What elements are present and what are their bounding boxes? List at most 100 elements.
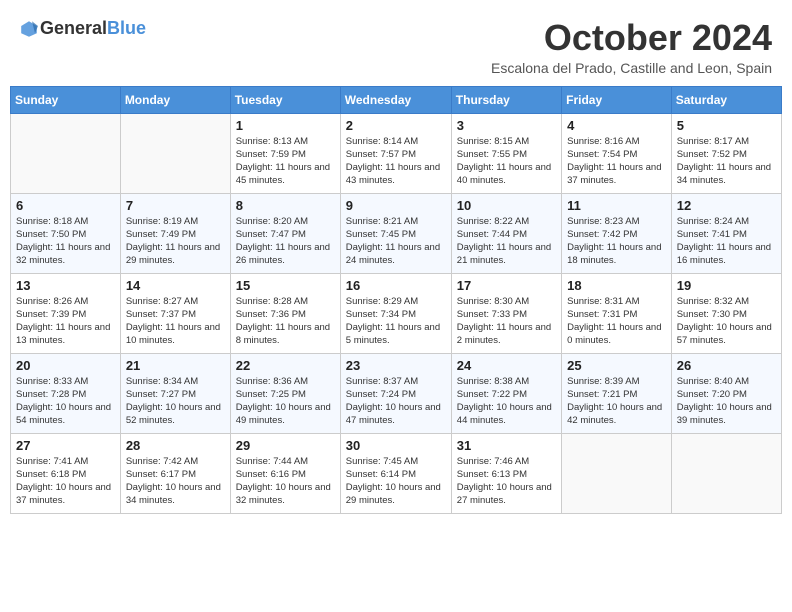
calendar-cell: 20 Sunrise: 8:33 AM Sunset: 7:28 PM Dayli… (11, 353, 121, 433)
day-number: 2 (346, 118, 446, 133)
calendar-week-row: 6 Sunrise: 8:18 AM Sunset: 7:50 PM Daylig… (11, 193, 782, 273)
day-number: 10 (457, 198, 556, 213)
day-info: Sunrise: 7:45 AM Sunset: 6:14 PM Dayligh… (346, 455, 446, 508)
calendar-cell (11, 113, 121, 193)
calendar-week-row: 1 Sunrise: 8:13 AM Sunset: 7:59 PM Daylig… (11, 113, 782, 193)
calendar-cell: 24 Sunrise: 8:38 AM Sunset: 7:22 PM Dayli… (451, 353, 561, 433)
column-header-friday: Friday (562, 86, 672, 113)
day-info: Sunrise: 8:16 AM Sunset: 7:54 PM Dayligh… (567, 135, 666, 188)
column-header-saturday: Saturday (671, 86, 781, 113)
day-number: 13 (16, 278, 115, 293)
calendar-cell: 3 Sunrise: 8:15 AM Sunset: 7:55 PM Daylig… (451, 113, 561, 193)
calendar-week-row: 27 Sunrise: 7:41 AM Sunset: 6:18 PM Dayli… (11, 433, 782, 513)
title-section: October 2024 Escalona del Prado, Castill… (491, 18, 772, 76)
day-info: Sunrise: 7:46 AM Sunset: 6:13 PM Dayligh… (457, 455, 556, 508)
day-number: 7 (126, 198, 225, 213)
day-info: Sunrise: 8:18 AM Sunset: 7:50 PM Dayligh… (16, 215, 115, 268)
calendar-cell: 30 Sunrise: 7:45 AM Sunset: 6:14 PM Dayli… (340, 433, 451, 513)
calendar-cell: 25Sunrise: 8:39 AM Sunset: 7:21 PM Dayli… (562, 353, 672, 433)
day-info: Sunrise: 8:39 AM Sunset: 7:21 PM Dayligh… (567, 375, 666, 428)
day-info: Sunrise: 8:27 AM Sunset: 7:37 PM Dayligh… (126, 295, 225, 348)
day-number: 3 (457, 118, 556, 133)
day-number: 8 (236, 198, 335, 213)
calendar-cell (120, 113, 230, 193)
day-info: Sunrise: 8:30 AM Sunset: 7:33 PM Dayligh… (457, 295, 556, 348)
logo-general-text: General (40, 18, 107, 38)
page-header: GeneralBlue October 2024 Escalona del Pr… (10, 10, 782, 80)
calendar-cell: 21 Sunrise: 8:34 AM Sunset: 7:27 PM Dayli… (120, 353, 230, 433)
day-info: Sunrise: 7:42 AM Sunset: 6:17 PM Dayligh… (126, 455, 225, 508)
day-number: 29 (236, 438, 335, 453)
day-info: Sunrise: 8:40 AM Sunset: 7:20 PM Dayligh… (677, 375, 776, 428)
column-header-sunday: Sunday (11, 86, 121, 113)
day-number: 4 (567, 118, 666, 133)
calendar-week-row: 20 Sunrise: 8:33 AM Sunset: 7:28 PM Dayli… (11, 353, 782, 433)
day-number: 21 (126, 358, 225, 373)
calendar-cell: 29Sunrise: 7:44 AM Sunset: 6:16 PM Dayli… (230, 433, 340, 513)
calendar-header-row: SundayMondayTuesdayWednesdayThursdayFrid… (11, 86, 782, 113)
calendar-cell (562, 433, 672, 513)
day-info: Sunrise: 8:34 AM Sunset: 7:27 PM Dayligh… (126, 375, 225, 428)
day-info: Sunrise: 7:41 AM Sunset: 6:18 PM Dayligh… (16, 455, 115, 508)
day-number: 11 (567, 198, 666, 213)
calendar-cell: 5 Sunrise: 8:17 AM Sunset: 7:52 PM Daylig… (671, 113, 781, 193)
day-info: Sunrise: 8:29 AM Sunset: 7:34 PM Dayligh… (346, 295, 446, 348)
calendar-cell: 17 Sunrise: 8:30 AM Sunset: 7:33 PM Dayli… (451, 273, 561, 353)
day-number: 14 (126, 278, 225, 293)
calendar-cell: 11Sunrise: 8:23 AM Sunset: 7:42 PM Dayli… (562, 193, 672, 273)
calendar-cell: 13 Sunrise: 8:26 AM Sunset: 7:39 PM Dayli… (11, 273, 121, 353)
day-info: Sunrise: 8:17 AM Sunset: 7:52 PM Dayligh… (677, 135, 776, 188)
calendar-cell: 10Sunrise: 8:22 AM Sunset: 7:44 PM Dayli… (451, 193, 561, 273)
day-number: 30 (346, 438, 446, 453)
column-header-monday: Monday (120, 86, 230, 113)
calendar-cell: 26 Sunrise: 8:40 AM Sunset: 7:20 PM Dayli… (671, 353, 781, 433)
day-number: 28 (126, 438, 225, 453)
calendar-cell: 22 Sunrise: 8:36 AM Sunset: 7:25 PM Dayli… (230, 353, 340, 433)
column-header-thursday: Thursday (451, 86, 561, 113)
day-info: Sunrise: 8:32 AM Sunset: 7:30 PM Dayligh… (677, 295, 776, 348)
calendar-cell: 27 Sunrise: 7:41 AM Sunset: 6:18 PM Dayli… (11, 433, 121, 513)
day-info: Sunrise: 8:13 AM Sunset: 7:59 PM Dayligh… (236, 135, 335, 188)
day-number: 12 (677, 198, 776, 213)
day-number: 18 (567, 278, 666, 293)
day-info: Sunrise: 8:33 AM Sunset: 7:28 PM Dayligh… (16, 375, 115, 428)
logo: GeneralBlue (20, 18, 146, 39)
day-number: 17 (457, 278, 556, 293)
calendar-cell: 14 Sunrise: 8:27 AM Sunset: 7:37 PM Dayli… (120, 273, 230, 353)
day-info: Sunrise: 8:15 AM Sunset: 7:55 PM Dayligh… (457, 135, 556, 188)
day-info: Sunrise: 8:28 AM Sunset: 7:36 PM Dayligh… (236, 295, 335, 348)
calendar-cell: 16 Sunrise: 8:29 AM Sunset: 7:34 PM Dayli… (340, 273, 451, 353)
day-number: 20 (16, 358, 115, 373)
calendar-cell: 18Sunrise: 8:31 AM Sunset: 7:31 PM Dayli… (562, 273, 672, 353)
day-info: Sunrise: 8:38 AM Sunset: 7:22 PM Dayligh… (457, 375, 556, 428)
day-number: 22 (236, 358, 335, 373)
day-info: Sunrise: 8:14 AM Sunset: 7:57 PM Dayligh… (346, 135, 446, 188)
calendar-cell: 15Sunrise: 8:28 AM Sunset: 7:36 PM Dayli… (230, 273, 340, 353)
calendar-cell (671, 433, 781, 513)
day-number: 1 (236, 118, 335, 133)
day-info: Sunrise: 8:19 AM Sunset: 7:49 PM Dayligh… (126, 215, 225, 268)
day-info: Sunrise: 8:20 AM Sunset: 7:47 PM Dayligh… (236, 215, 335, 268)
day-number: 24 (457, 358, 556, 373)
day-info: Sunrise: 8:36 AM Sunset: 7:25 PM Dayligh… (236, 375, 335, 428)
day-number: 6 (16, 198, 115, 213)
day-number: 26 (677, 358, 776, 373)
day-info: Sunrise: 8:26 AM Sunset: 7:39 PM Dayligh… (16, 295, 115, 348)
day-info: Sunrise: 8:24 AM Sunset: 7:41 PM Dayligh… (677, 215, 776, 268)
calendar-cell: 23Sunrise: 8:37 AM Sunset: 7:24 PM Dayli… (340, 353, 451, 433)
calendar-cell: 28 Sunrise: 7:42 AM Sunset: 6:17 PM Dayli… (120, 433, 230, 513)
calendar-cell: 6 Sunrise: 8:18 AM Sunset: 7:50 PM Daylig… (11, 193, 121, 273)
day-info: Sunrise: 8:37 AM Sunset: 7:24 PM Dayligh… (346, 375, 446, 428)
logo-icon (20, 20, 38, 38)
day-number: 5 (677, 118, 776, 133)
location-subtitle: Escalona del Prado, Castille and Leon, S… (491, 60, 772, 76)
day-number: 27 (16, 438, 115, 453)
calendar-cell: 12 Sunrise: 8:24 AM Sunset: 7:41 PM Dayli… (671, 193, 781, 273)
month-title: October 2024 (491, 18, 772, 58)
calendar-cell: 4 Sunrise: 8:16 AM Sunset: 7:54 PM Daylig… (562, 113, 672, 193)
calendar-cell: 1 Sunrise: 8:13 AM Sunset: 7:59 PM Daylig… (230, 113, 340, 193)
day-number: 16 (346, 278, 446, 293)
day-info: Sunrise: 8:21 AM Sunset: 7:45 PM Dayligh… (346, 215, 446, 268)
calendar-week-row: 13 Sunrise: 8:26 AM Sunset: 7:39 PM Dayli… (11, 273, 782, 353)
column-header-wednesday: Wednesday (340, 86, 451, 113)
